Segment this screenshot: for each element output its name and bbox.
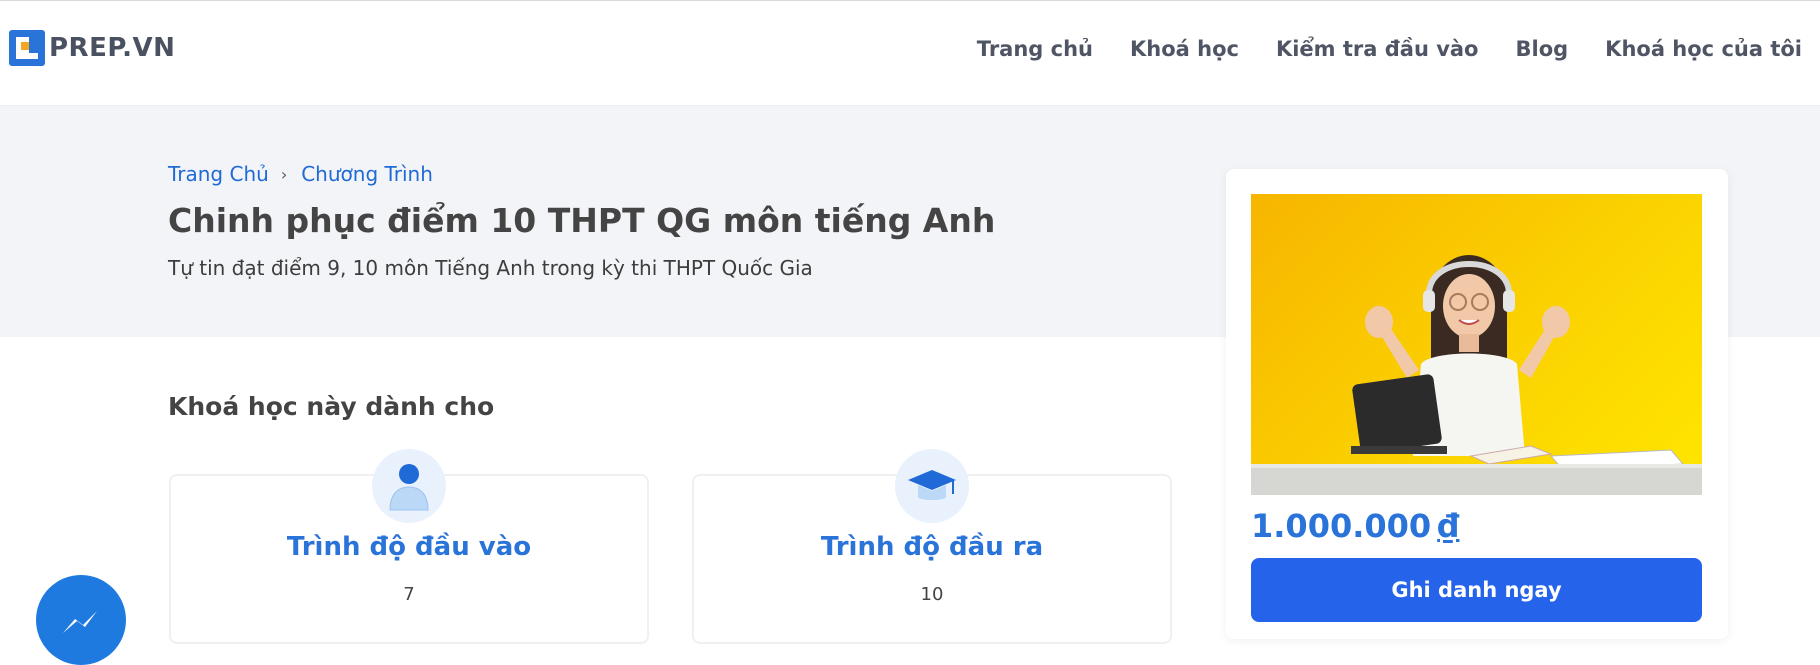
breadcrumb-program[interactable]: Chương Trình [301, 162, 433, 186]
chevron-right-icon: › [280, 164, 288, 184]
entry-level-value: 7 [403, 584, 415, 605]
nav-blog[interactable]: Blog [1516, 37, 1569, 61]
course-price: 1.000.000 ₫ [1251, 507, 1459, 545]
nav-my-courses[interactable]: Khoá học của tôi [1605, 37, 1802, 61]
price-currency: ₫ [1437, 507, 1460, 545]
exit-level-title: Trình độ đầu ra [820, 532, 1044, 562]
graduation-cap-icon [895, 449, 969, 523]
user-icon [372, 449, 446, 523]
price-amount: 1.000.000 [1251, 507, 1432, 545]
logo[interactable]: PREP.VN [9, 30, 175, 66]
nav-placement-test[interactable]: Kiểm tra đầu vào [1276, 37, 1479, 61]
purchase-card: 1.000.000 ₫ Ghi danh ngay [1226, 169, 1728, 639]
logo-text: PREP.VN [49, 33, 176, 63]
breadcrumb-home[interactable]: Trang Chủ [168, 162, 269, 186]
entry-level-title: Trình độ đầu vào [286, 532, 532, 562]
breadcrumb: Trang Chủ › Chương Trình [168, 162, 433, 186]
student-photo [1251, 255, 1702, 495]
logo-icon [9, 30, 45, 66]
top-header: PREP.VN Trang chủ Khoá học Kiểm tra đầu … [0, 0, 1820, 106]
messenger-chat-button[interactable] [36, 575, 126, 665]
messenger-icon [63, 611, 97, 633]
nav-courses[interactable]: Khoá học [1130, 37, 1239, 61]
main-nav: Trang chủ Khoá học Kiểm tra đầu vào Blog… [977, 37, 1802, 61]
page-title: Chinh phục điểm 10 THPT QG môn tiếng Anh [168, 201, 996, 240]
enroll-button[interactable]: Ghi danh ngay [1251, 558, 1702, 622]
entry-level-card: Trình độ đầu vào 7 [169, 449, 649, 644]
exit-level-card: Trình độ đầu ra 10 [692, 449, 1172, 644]
nav-home[interactable]: Trang chủ [977, 37, 1093, 61]
course-image [1251, 194, 1702, 495]
exit-level-value: 10 [920, 584, 944, 605]
page-subtitle: Tự tin đạt điểm 9, 10 môn Tiếng Anh tron… [168, 256, 813, 280]
section-title: Khoá học này dành cho [168, 392, 495, 421]
